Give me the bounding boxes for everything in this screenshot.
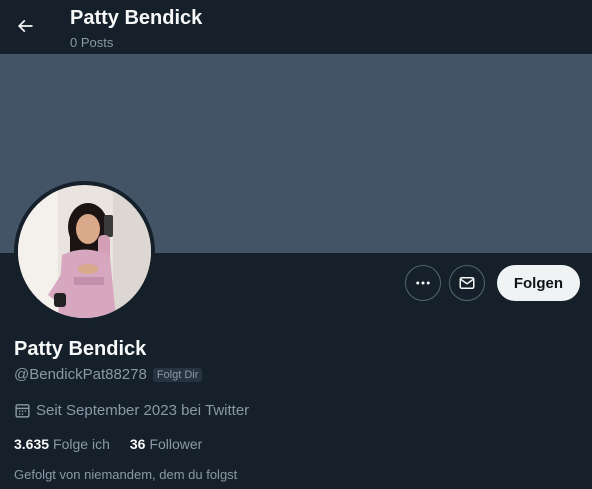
followed-by-text: Gefolgt von niemandem, dem du folgst — [14, 467, 238, 482]
following-count: 3.635 — [14, 436, 50, 452]
message-button[interactable] — [448, 265, 485, 301]
followers-label: Follower — [149, 436, 203, 452]
more-button[interactable] — [404, 265, 441, 301]
following-label: Folge ich — [53, 436, 110, 452]
profile-name: Patty Bendick — [14, 338, 147, 360]
envelope-icon — [459, 277, 475, 289]
joined-row: Seit September 2023 bei Twitter — [14, 402, 249, 419]
avatar[interactable] — [14, 181, 155, 322]
stats-row: 3.635 Folge ich 36 Follower — [14, 436, 202, 452]
back-arrow-icon — [17, 19, 33, 33]
profile-handle: @BendickPat88278 — [14, 366, 147, 383]
following-link[interactable]: 3.635 Folge ich — [14, 436, 110, 452]
handle-row: @BendickPat88278 Folgt Dir — [14, 366, 203, 383]
follow-button[interactable]: Folgen — [496, 265, 580, 301]
top-bar: Patty Bendick 0 Posts — [0, 0, 592, 54]
header-profile-name: Patty Bendick — [70, 7, 203, 29]
followers-count: 36 — [129, 436, 146, 452]
avatar-photo — [18, 185, 151, 318]
back-button[interactable] — [8, 9, 42, 43]
profile-actions: Folgen — [404, 265, 580, 301]
joined-date: Seit September 2023 bei Twitter — [36, 402, 250, 419]
calendar-icon — [15, 404, 30, 418]
header-post-count: 0 Posts — [70, 35, 114, 50]
more-dots-icon — [416, 281, 430, 285]
follows-you-badge: Folgt Dir — [152, 367, 203, 382]
followers-link[interactable]: 36 Follower — [130, 436, 202, 452]
